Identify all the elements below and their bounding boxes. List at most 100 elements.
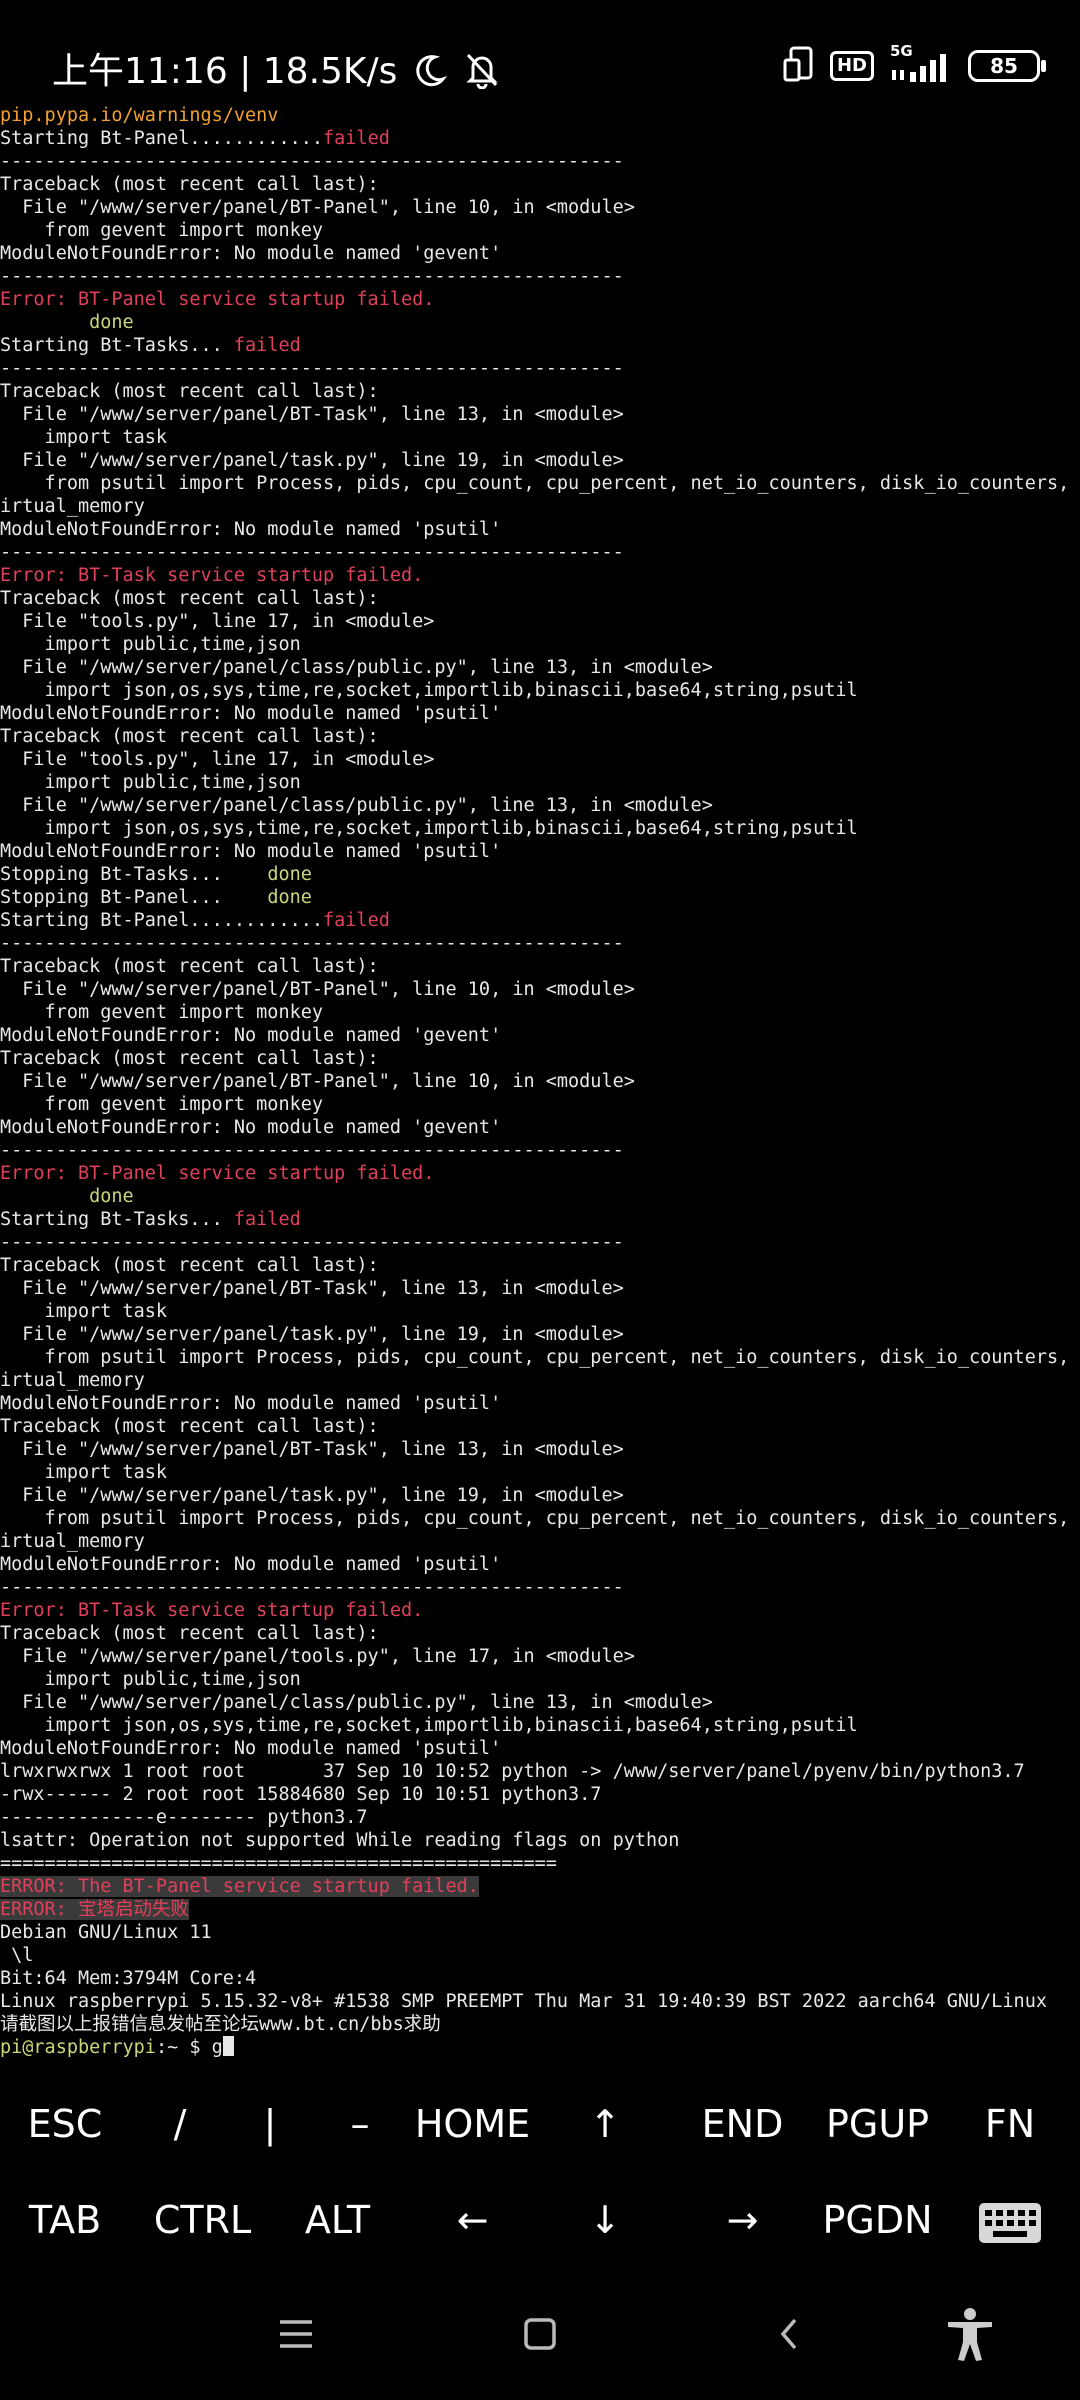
terminal-output[interactable]: pip.pypa.io/warnings/venv Starting Bt-Pan… <box>0 104 1080 2070</box>
terminal-text: lrwxrwxrwx 1 root root 37 Sep 10 10:52 p… <box>0 1761 1025 1782</box>
terminal-text: import task <box>0 1462 168 1483</box>
terminal-line: Traceback (most recent call last): <box>0 1622 1080 1645</box>
terminal-line: File "/www/server/panel/class/public.py"… <box>0 656 1080 679</box>
terminal-text: ModuleNotFoundError: No module named 'ps… <box>0 841 502 862</box>
terminal-text: ----------------------------------------… <box>0 358 624 379</box>
terminal-text: File "tools.py", line 17, in <module> <box>0 749 435 770</box>
terminal-text: \l <box>0 1945 34 1966</box>
key-end[interactable]: END <box>685 2076 800 2172</box>
key-left[interactable]: ← <box>420 2172 525 2268</box>
terminal-segment: Stopping Bt-Tasks... <box>0 864 268 885</box>
terminal-line: from gevent import monkey <box>0 219 1080 242</box>
terminal-segment: done <box>267 887 312 908</box>
terminal-text: ModuleNotFoundError: No module named 'ps… <box>0 519 502 540</box>
terminal-text: Traceback (most recent call last): <box>0 1416 379 1437</box>
terminal-line: File "tools.py", line 17, in <module> <box>0 748 1080 771</box>
terminal-line: --------------e-------- python3.7 <box>0 1806 1080 1829</box>
terminal-text: 请截图以上报错信息发帖至论坛www.bt.cn/bbs求助 <box>0 2014 441 2035</box>
terminal-line: Error: BT-Task service startup failed. <box>0 1599 1080 1622</box>
terminal-text: done <box>0 312 134 333</box>
screen-share-icon <box>782 46 816 86</box>
key-pgdn[interactable]: PGDN <box>810 2172 945 2268</box>
key-esc[interactable]: ESC <box>10 2076 120 2172</box>
terminal-text: ModuleNotFoundError: No module named 'ps… <box>0 1554 502 1575</box>
terminal-line: File "/www/server/panel/BT-Task", line 1… <box>0 1277 1080 1300</box>
terminal-text: Error: BT-Panel service startup failed. <box>0 1163 435 1184</box>
terminal-line: import task <box>0 1461 1080 1484</box>
terminal-text: import task <box>0 1301 168 1322</box>
command-input[interactable]: g <box>212 2037 223 2058</box>
extra-keys-bar: ESC / | – HOME ↑ END PGUP FN TAB CTRL AL… <box>0 2076 1080 2268</box>
key-pgup[interactable]: PGUP <box>810 2076 945 2172</box>
terminal-segment: Starting Bt-Tasks... <box>0 1209 234 1230</box>
terminal-line: Debian GNU/Linux 11 <box>0 1921 1080 1944</box>
terminal-line: ----------------------------------------… <box>0 541 1080 564</box>
terminal-text: Bit:64 Mem:3794M Core:4 <box>0 1968 257 1989</box>
key-home[interactable]: HOME <box>400 2076 545 2172</box>
terminal-text: File "/www/server/panel/class/public.py"… <box>0 1692 713 1713</box>
terminal-text: ----------------------------------------… <box>0 266 624 287</box>
terminal-text: Traceback (most recent call last): <box>0 956 379 977</box>
key-up[interactable]: ↑ <box>555 2076 655 2172</box>
terminal-line: ModuleNotFoundError: No module named 'ge… <box>0 242 1080 265</box>
key-slash[interactable]: / <box>130 2076 230 2172</box>
terminal-line: from psutil import Process, pids, cpu_co… <box>0 1507 1080 1530</box>
shell-prompt-line[interactable]: pi@raspberrypi:~ $ g <box>0 2036 1080 2059</box>
terminal-line: File "/www/server/panel/tools.py", line … <box>0 1645 1080 1668</box>
terminal-line: ModuleNotFoundError: No module named 'ge… <box>0 1116 1080 1139</box>
terminal-text: ModuleNotFoundError: No module named 'ps… <box>0 703 502 724</box>
prompt-path: :~ $ <box>155 2037 212 2058</box>
terminal-line: Traceback (most recent call last): <box>0 587 1080 610</box>
menu-icon[interactable] <box>266 2304 326 2364</box>
terminal-segment: done <box>267 864 312 885</box>
terminal-text: Traceback (most recent call last): <box>0 588 379 609</box>
terminal-text: ========================================… <box>0 1853 557 1874</box>
terminal-line: irtual_memory <box>0 495 1080 518</box>
terminal-segment: failed <box>233 335 301 356</box>
terminal-text: File "/www/server/panel/BT-Task", line 1… <box>0 404 624 425</box>
terminal-line: from psutil import Process, pids, cpu_co… <box>0 1346 1080 1369</box>
keyboard-icon[interactable] <box>970 2172 1050 2268</box>
battery-indicator: 85 <box>968 50 1046 82</box>
key-right[interactable]: → <box>690 2172 795 2268</box>
terminal-text: File "/www/server/panel/BT-Task", line 1… <box>0 1278 624 1299</box>
terminal-line: ModuleNotFoundError: No module named 'ps… <box>0 518 1080 541</box>
terminal-text: ModuleNotFoundError: No module named 'ge… <box>0 243 502 264</box>
home-icon[interactable] <box>510 2304 570 2364</box>
key-dash[interactable]: – <box>310 2076 410 2172</box>
terminal-line: ModuleNotFoundError: No module named 'ps… <box>0 1392 1080 1415</box>
status-time: 上午11:16 | 18.5K/s <box>52 42 500 98</box>
terminal-text: from psutil import Process, pids, cpu_co… <box>0 1508 1080 1529</box>
back-icon[interactable] <box>760 2304 820 2364</box>
terminal-line: Stopping Bt-Panel... done <box>0 886 1080 909</box>
terminal-text: ModuleNotFoundError: No module named 'ge… <box>0 1117 502 1138</box>
terminal-segment: failed <box>323 910 390 931</box>
accessibility-icon[interactable] <box>940 2304 1000 2364</box>
key-pipe[interactable]: | <box>220 2076 320 2172</box>
terminal-text: Traceback (most recent call last): <box>0 174 379 195</box>
terminal-text: ----------------------------------------… <box>0 542 624 563</box>
navigation-bar <box>0 2268 1080 2400</box>
terminal-line: Traceback (most recent call last): <box>0 1254 1080 1277</box>
terminal-line: ERROR: The BT-Panel service startup fail… <box>0 1875 1080 1898</box>
key-ctrl[interactable]: CTRL <box>140 2172 265 2268</box>
terminal-line: \l <box>0 1944 1080 1967</box>
terminal-text: File "tools.py", line 17, in <module> <box>0 611 435 632</box>
key-down[interactable]: ↓ <box>555 2172 655 2268</box>
terminal-line: ModuleNotFoundError: No module named 'ps… <box>0 702 1080 725</box>
terminal-line: import public,time,json <box>0 1668 1080 1691</box>
terminal-line: import task <box>0 1300 1080 1323</box>
terminal-line: ----------------------------------------… <box>0 265 1080 288</box>
terminal-line: ========================================… <box>0 1852 1080 1875</box>
terminal-line: Error: BT-Task service startup failed. <box>0 564 1080 587</box>
terminal-text: from psutil import Process, pids, cpu_co… <box>0 1347 1080 1368</box>
terminal-text: File "/www/server/panel/task.py", line 1… <box>0 450 624 471</box>
key-fn[interactable]: FN <box>960 2076 1060 2172</box>
key-tab[interactable]: TAB <box>10 2172 120 2268</box>
key-alt[interactable]: ALT <box>280 2172 395 2268</box>
signal-icon: 5G <box>888 42 954 84</box>
terminal-line: ModuleNotFoundError: No module named 'ge… <box>0 1024 1080 1047</box>
extra-keys-row-1: ESC / | – HOME ↑ END PGUP FN <box>0 2076 1080 2172</box>
terminal-line: ----------------------------------------… <box>0 1576 1080 1599</box>
terminal-text: ModuleNotFoundError: No module named 'ps… <box>0 1393 502 1414</box>
